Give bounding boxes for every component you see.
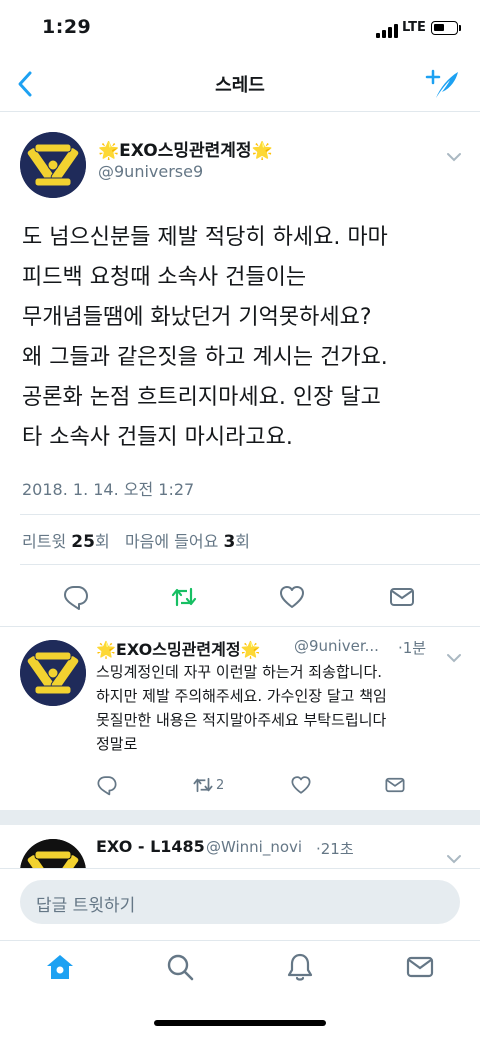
handle[interactable]: @9univer... <box>294 637 379 655</box>
network-label: LTE <box>402 20 426 35</box>
search-icon[interactable] <box>164 951 196 983</box>
tweet-text-line: 공론화 논점 흐트리지마세요. 인장 달고 <box>22 385 381 410</box>
home-icon[interactable] <box>44 951 76 983</box>
retweet-icon <box>193 777 213 793</box>
tweet-text-line: 무개념들땜에 화났던거 기억못하세요? <box>22 305 372 330</box>
retweet-count: 2 <box>216 777 225 793</box>
reply-icon[interactable] <box>62 583 90 611</box>
status-bar: 1:29 LTE <box>0 0 480 56</box>
reply-text: 스밍계정인데 자꾸 이런말 하는거 죄송합니다. 하지만 제발 주의해주세요. … <box>96 660 456 756</box>
reply-text-line: 하지만 제발 주의해주세요. 가수인장 달고 책임 <box>96 687 387 705</box>
tweet-text-line: 피드백 요청때 소속사 건들이는 <box>22 265 307 290</box>
reply-time: ·1분 <box>398 639 427 657</box>
avatar[interactable] <box>20 640 86 706</box>
divider <box>0 626 480 627</box>
nav-bar: 스레드 <box>0 56 480 112</box>
reply-text-line: 스밍계정인데 자꾸 이런말 하는거 죄송합니다. <box>96 663 383 681</box>
tweet-text: 도 넘으신분들 제발 적당히 하세요. 마마 피드백 요청때 소속사 건들이는 … <box>22 218 462 458</box>
reply-time: ·21초 <box>316 840 354 858</box>
dm-icon[interactable] <box>388 583 416 611</box>
reply-text-line: 못질만한 내용은 적지말아주세요 부탁드립니다 <box>96 711 387 729</box>
reply-input[interactable]: 답글 트윗하기 <box>20 880 460 924</box>
retweet-button[interactable]: 2 <box>192 774 224 796</box>
handle[interactable]: @9universe9 <box>98 162 203 181</box>
timestamp[interactable]: 2018. 1. 14. 오전 1:27 <box>22 476 194 500</box>
reply-composer: 답글 트윗하기 <box>0 868 480 940</box>
chevron-down-icon[interactable] <box>446 648 462 663</box>
like-icon[interactable] <box>290 774 312 796</box>
home-indicator[interactable] <box>154 1020 326 1026</box>
section-gap <box>0 810 480 825</box>
likes-unit: 회 <box>235 532 251 551</box>
tweet-text-line: 타 소속사 건들지 마시라고요. <box>22 425 293 450</box>
status-time: 1:29 <box>42 16 92 38</box>
reply-text-line: 정말로 <box>96 735 138 753</box>
retweets-unit: 회 <box>94 532 110 551</box>
likes-count[interactable]: 3 <box>223 532 235 552</box>
chevron-down-icon[interactable] <box>446 147 462 162</box>
reply-icon[interactable] <box>96 774 118 796</box>
notifications-icon[interactable] <box>284 951 316 983</box>
retweets-label[interactable]: 리트윗 <box>22 532 66 551</box>
battery-icon <box>431 21 458 35</box>
page-title: 스레드 <box>215 75 265 96</box>
tweet-stats: 리트윗 25회 마음에 들어요 3회 <box>22 528 250 552</box>
dm-icon[interactable] <box>384 774 406 796</box>
display-name[interactable]: EXO - L1485 <box>96 837 205 856</box>
chevron-down-icon[interactable] <box>446 849 462 864</box>
signal-icon <box>376 24 400 38</box>
likes-label[interactable]: 마음에 들어요 <box>125 532 218 551</box>
display-name[interactable]: 🌟EXO스밍관련계정🌟 <box>96 636 260 660</box>
retweets-count[interactable]: 25 <box>71 532 95 552</box>
tweet-text-line: 도 넘으신분들 제발 적당히 하세요. 마마 <box>22 225 388 250</box>
messages-icon[interactable] <box>404 951 436 983</box>
display-name[interactable]: 🌟EXO스밍관련계정🌟 <box>98 136 273 161</box>
avatar[interactable] <box>20 132 86 198</box>
compose-icon[interactable] <box>424 68 460 100</box>
handle[interactable]: @Winni_novi <box>206 838 302 856</box>
like-icon[interactable] <box>278 583 306 611</box>
tweet-text-line: 왜 그들과 같은짓을 하고 계시는 건가요. <box>22 345 388 370</box>
retweet-icon[interactable] <box>170 583 198 611</box>
